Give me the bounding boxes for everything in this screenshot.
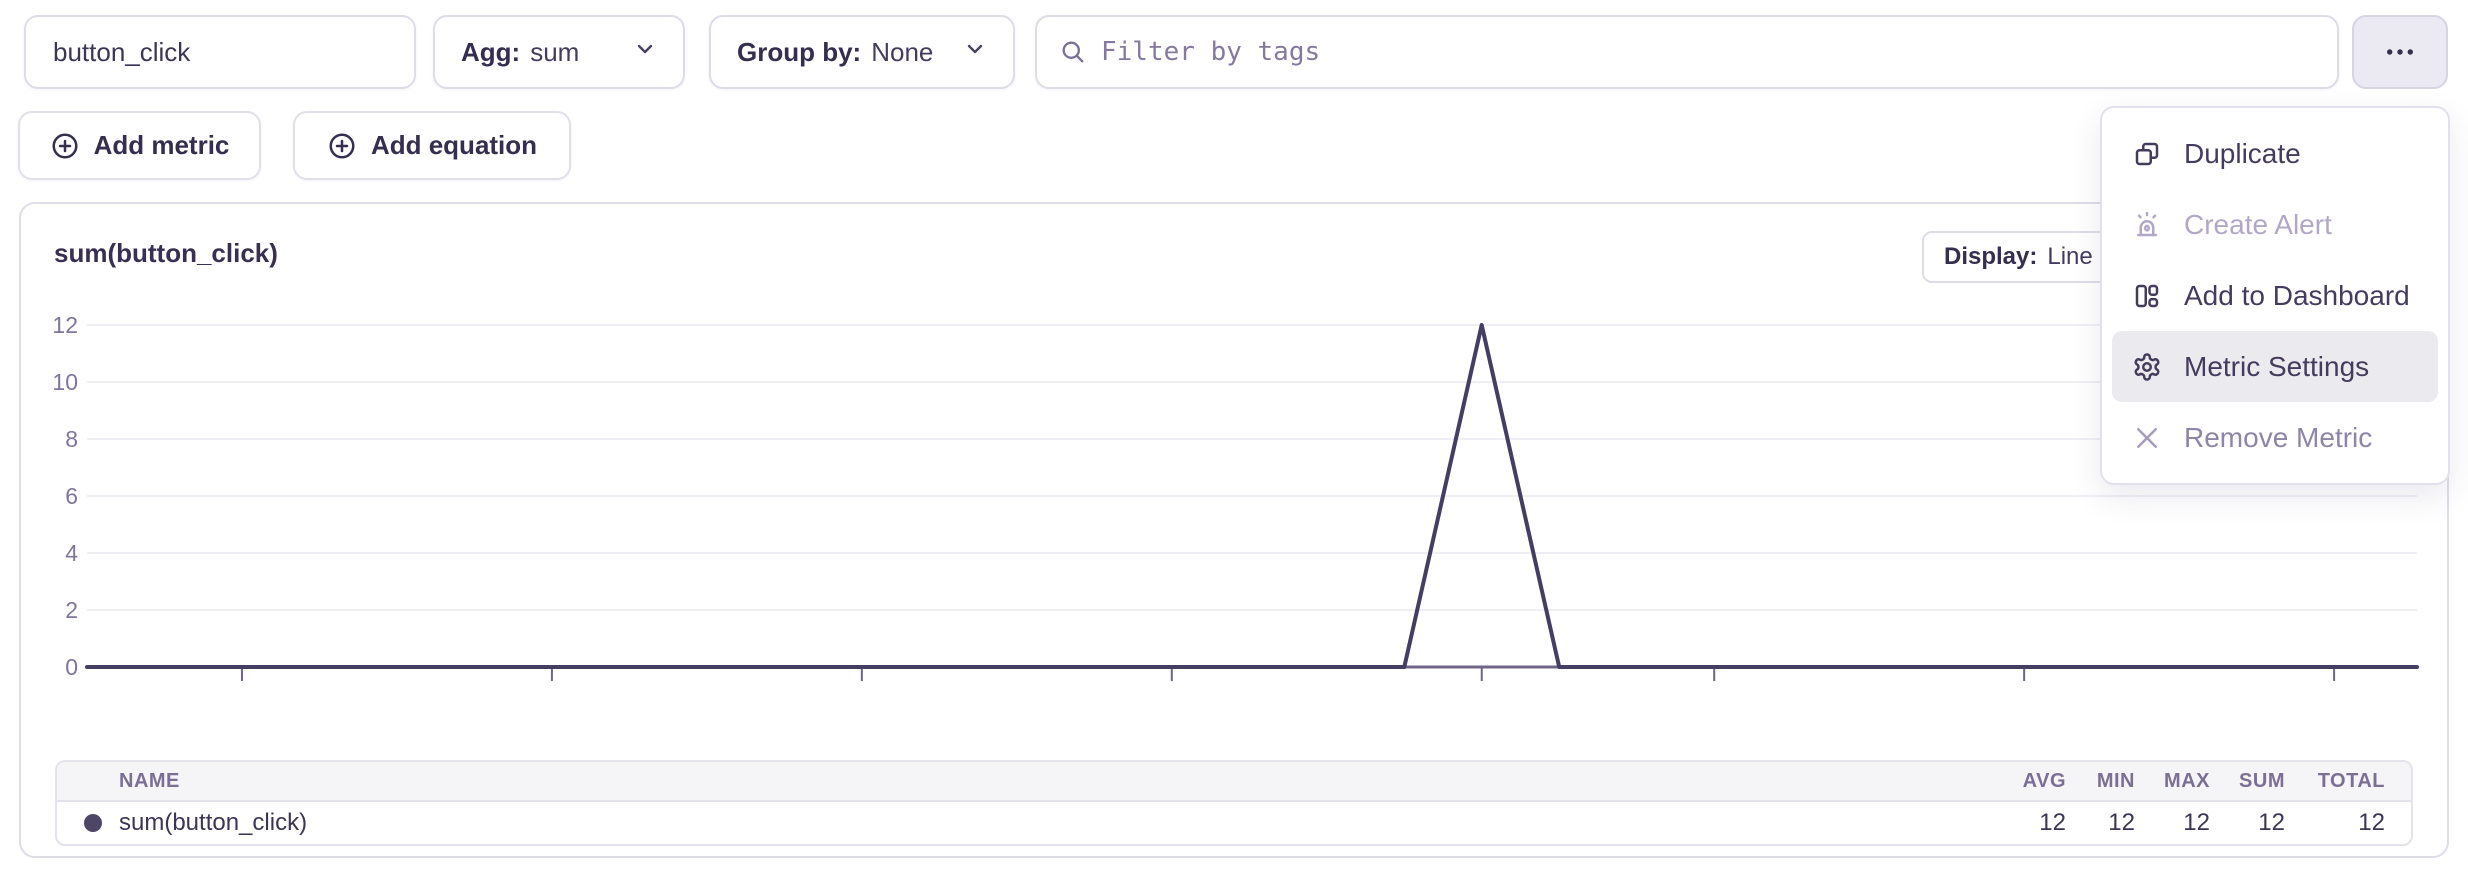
display-value: Line — [2047, 243, 2092, 271]
menu-item-label: Create Alert — [2184, 209, 2332, 241]
y-axis-label: 10 — [21, 368, 78, 396]
group-by-dropdown[interactable]: Group by: None — [709, 15, 1015, 89]
cell-min: 12 — [2066, 809, 2135, 837]
more-options-button[interactable] — [2352, 15, 2448, 89]
menu-item-duplicate[interactable]: Duplicate — [2112, 118, 2438, 189]
plus-circle-icon — [327, 131, 357, 161]
search-icon — [1059, 38, 1087, 66]
header-min: MIN — [2066, 770, 2135, 793]
menu-item-label: Remove Metric — [2184, 422, 2372, 454]
y-axis-label: 6 — [21, 482, 78, 510]
cell-max: 12 — [2135, 809, 2210, 837]
metric-name-field[interactable] — [24, 15, 416, 89]
cell-sum: 12 — [2210, 809, 2285, 837]
tag-filter-field[interactable] — [1035, 15, 2339, 89]
header-total: TOTAL — [2285, 770, 2385, 793]
metric-name-input[interactable] — [26, 17, 414, 87]
menu-item-remove-metric: Remove Metric — [2112, 402, 2438, 473]
menu-item-label: Duplicate — [2184, 138, 2301, 170]
plus-circle-icon — [50, 131, 80, 161]
add-equation-button[interactable]: Add equation — [293, 111, 571, 180]
ellipsis-icon — [2381, 33, 2419, 71]
series-name: sum(button_click) — [119, 809, 307, 837]
group-by-value: None — [871, 37, 933, 68]
menu-item-label: Metric Settings — [2184, 351, 2369, 383]
tag-filter-input[interactable] — [1101, 17, 2315, 87]
summary-table: NAME AVG MIN MAX SUM TOTAL sum(button_cl… — [55, 760, 2413, 846]
menu-item-create-alert: Create Alert — [2112, 189, 2438, 260]
context-menu: Duplicate Create Alert Add to Dashboard … — [2100, 106, 2450, 485]
chart-canvas — [21, 309, 2451, 689]
menu-item-metric-settings[interactable]: Metric Settings — [2112, 331, 2438, 402]
add-metric-button[interactable]: Add metric — [18, 111, 261, 180]
summary-table-header: NAME AVG MIN MAX SUM TOTAL — [57, 762, 2411, 802]
y-axis-label: 12 — [21, 311, 78, 339]
menu-item-label: Add to Dashboard — [2184, 280, 2410, 312]
aggregation-dropdown[interactable]: Agg: sum — [433, 15, 685, 89]
chart-panel: sum(button_click) Display: Line 12 10 8 6 4 2… — [19, 202, 2449, 858]
add-metric-label: Add metric — [94, 130, 230, 161]
dashboard-icon — [2132, 281, 2162, 311]
header-avg: AVG — [1976, 770, 2066, 793]
chart-title: sum(button_click) — [54, 238, 278, 269]
header-name: NAME — [57, 770, 1976, 793]
group-by-label: Group by: — [737, 37, 861, 68]
chevron-down-icon — [633, 37, 657, 68]
chevron-down-icon — [963, 37, 987, 68]
y-axis-label: 4 — [21, 539, 78, 567]
cell-avg: 12 — [1976, 809, 2066, 837]
y-axis-label: 0 — [21, 653, 78, 681]
series-color-dot — [84, 814, 102, 832]
cell-total: 12 — [2285, 809, 2385, 837]
table-row[interactable]: sum(button_click) 12 12 12 12 12 — [57, 802, 2411, 844]
header-sum: SUM — [2210, 770, 2285, 793]
y-axis-label: 2 — [21, 596, 78, 624]
aggregation-label: Agg: — [461, 37, 520, 68]
x-icon — [2132, 423, 2162, 453]
add-equation-label: Add equation — [371, 130, 537, 161]
aggregation-value: sum — [530, 37, 579, 68]
duplicate-icon — [2132, 139, 2162, 169]
header-max: MAX — [2135, 770, 2210, 793]
menu-item-add-to-dashboard[interactable]: Add to Dashboard — [2112, 260, 2438, 331]
line-chart: 121086420May 12 10:00 PMMay 16 10:00 PMM… — [21, 309, 2451, 729]
display-label: Display: — [1944, 243, 2037, 271]
y-axis-label: 8 — [21, 425, 78, 453]
alert-icon — [2132, 210, 2162, 240]
gear-icon — [2132, 352, 2162, 382]
